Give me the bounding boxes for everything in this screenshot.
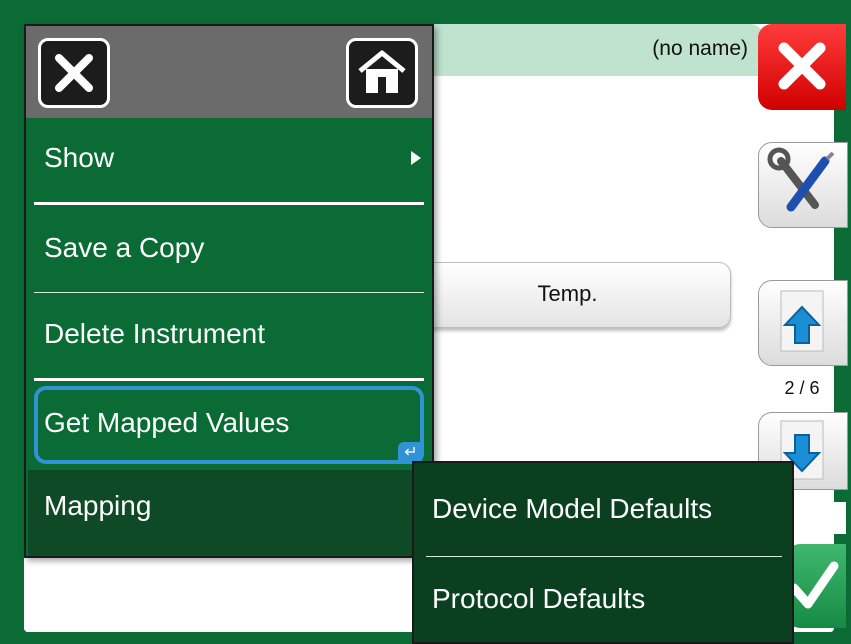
chevron-right-icon — [411, 151, 421, 165]
menu-close-button[interactable] — [38, 38, 110, 108]
close-icon — [778, 42, 826, 90]
menu-item-mapping[interactable]: Mapping — [28, 470, 434, 556]
menu-item-delete-instrument[interactable]: Delete Instrument — [34, 312, 424, 356]
tools-icon — [767, 147, 835, 212]
home-button[interactable] — [346, 38, 418, 108]
menu-item-label: Show — [44, 142, 115, 173]
menu-item-save-a-copy[interactable]: Save a Copy — [34, 226, 424, 270]
popup-menu: Show Save a Copy Delete Instrument Get M… — [24, 24, 434, 558]
menu-header — [26, 26, 432, 118]
close-button[interactable] — [758, 24, 846, 110]
temp-button[interactable]: Temp. — [404, 262, 731, 328]
mapping-submenu: Device Model Defaults Protocol Defaults — [412, 461, 794, 644]
checkmark-icon — [789, 561, 839, 609]
menu-item-get-mapped-values[interactable]: Get Mapped Values ↵ — [34, 386, 424, 464]
page-up-button[interactable] — [758, 280, 848, 366]
menu-item-label: Save a Copy — [44, 232, 205, 263]
menu-item-label: Get Mapped Values — [44, 407, 290, 438]
close-icon — [55, 54, 93, 92]
home-icon — [358, 50, 406, 93]
menu-separator — [34, 202, 424, 205]
accept-button[interactable] — [786, 544, 846, 628]
submenu-item-device-model-defaults[interactable]: Device Model Defaults — [432, 493, 712, 525]
menu-item-label: Delete Instrument — [44, 318, 265, 349]
tools-button[interactable] — [758, 142, 848, 228]
page-indicator: 2 / 6 — [784, 378, 820, 398]
page-up-icon — [780, 290, 824, 352]
submenu-separator — [426, 556, 782, 557]
submenu-item-protocol-defaults[interactable]: Protocol Defaults — [432, 583, 645, 615]
menu-separator — [34, 378, 424, 381]
menu-item-show[interactable]: Show — [34, 136, 424, 180]
menu-item-label: Mapping — [44, 490, 152, 521]
blank-tab — [786, 502, 846, 534]
menu-separator — [34, 292, 424, 293]
instrument-name: (no name) — [652, 37, 748, 60]
